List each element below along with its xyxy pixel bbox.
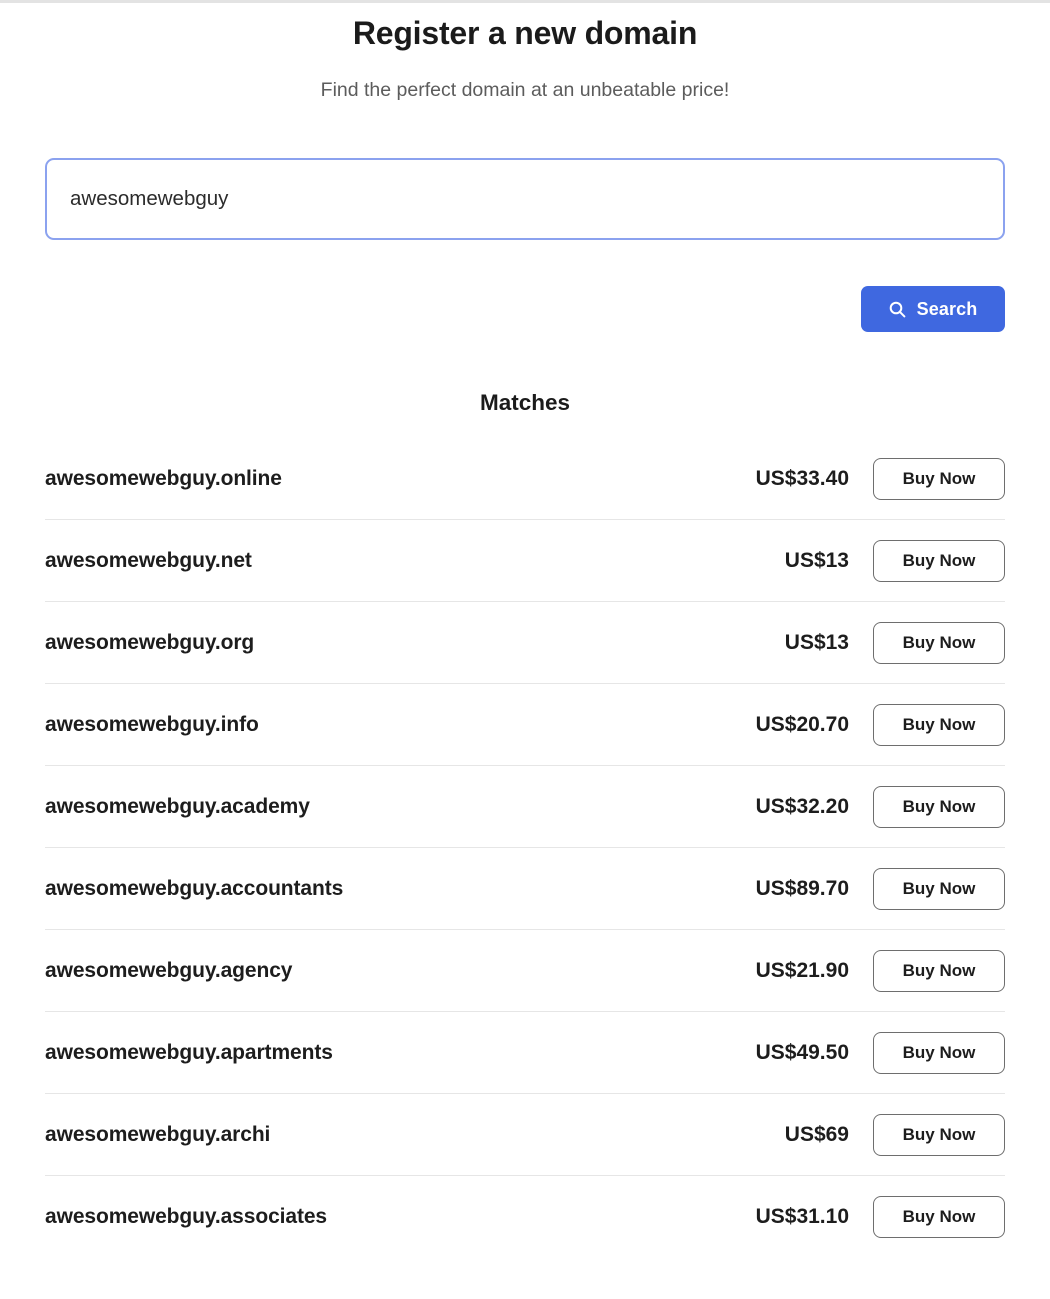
buy-now-button[interactable]: Buy Now bbox=[873, 621, 1005, 664]
page-title: Register a new domain bbox=[352, 15, 698, 51]
buy-now-button[interactable]: Buy Now bbox=[873, 867, 1005, 910]
domain-name: awesomewebguy.apartments bbox=[45, 1040, 333, 1064]
domain-price: US$21.90 bbox=[755, 958, 849, 982]
search-input-wrapper bbox=[45, 158, 1005, 240]
domain-price: US$33.40 bbox=[755, 466, 849, 490]
domain-name: awesomewebguy.info bbox=[45, 712, 259, 736]
table-row: awesomewebguy.net US$13 Buy Now bbox=[45, 520, 1005, 602]
domain-price: US$49.50 bbox=[755, 1040, 849, 1064]
top-divider bbox=[0, 0, 1050, 3]
table-row: awesomewebguy.info US$20.70 Buy Now bbox=[45, 684, 1005, 766]
domain-name: awesomewebguy.accountants bbox=[45, 876, 344, 900]
domain-name: awesomewebguy.archi bbox=[45, 1122, 271, 1146]
domain-price: US$89.70 bbox=[755, 876, 849, 900]
domain-price: US$20.70 bbox=[755, 712, 849, 736]
table-row: awesomewebguy.accountants US$89.70 Buy Now bbox=[45, 848, 1005, 930]
buy-now-button[interactable]: Buy Now bbox=[873, 1031, 1005, 1074]
register-domain-page: Register a new domain Find the perfect d… bbox=[0, 0, 1050, 1299]
domain-price: US$13 bbox=[784, 630, 849, 654]
domain-price: US$69 bbox=[784, 1122, 849, 1146]
search-button[interactable]: Search bbox=[861, 286, 1005, 332]
buy-now-button[interactable]: Buy Now bbox=[873, 785, 1005, 828]
search-icon bbox=[889, 301, 906, 318]
domain-name: awesomewebguy.agency bbox=[45, 958, 293, 982]
table-row: awesomewebguy.online US$33.40 Buy Now bbox=[45, 438, 1005, 520]
buy-now-button[interactable]: Buy Now bbox=[873, 539, 1005, 582]
search-button-row: Search bbox=[45, 286, 1005, 332]
domain-results-list: awesomewebguy.online US$33.40 Buy Now aweso… bbox=[45, 438, 1005, 1258]
table-row: awesomewebguy.associates US$31.10 Buy Now bbox=[45, 1176, 1005, 1258]
table-row: awesomewebguy.academy US$32.20 Buy Now bbox=[45, 766, 1005, 848]
domain-name: awesomewebguy.associates bbox=[45, 1205, 328, 1228]
domain-name: awesomewebguy.academy bbox=[45, 794, 310, 818]
domain-name: awesomewebguy.org bbox=[45, 630, 255, 654]
domain-price: US$32.20 bbox=[755, 794, 849, 818]
matches-heading: Matches bbox=[479, 390, 571, 415]
search-form: Search bbox=[45, 158, 1005, 332]
table-row: awesomewebguy.apartments US$49.50 Buy Now bbox=[45, 1012, 1005, 1094]
buy-now-button[interactable]: Buy Now bbox=[873, 1196, 1005, 1238]
page-subtitle: Find the perfect domain at an unbeatable… bbox=[320, 79, 730, 101]
buy-now-button[interactable]: Buy Now bbox=[873, 457, 1005, 500]
table-row: awesomewebguy.agency US$21.90 Buy Now bbox=[45, 930, 1005, 1012]
domain-name: awesomewebguy.online bbox=[45, 466, 282, 490]
domain-price: US$31.10 bbox=[755, 1205, 849, 1228]
domain-price: US$13 bbox=[784, 548, 849, 572]
buy-now-button[interactable]: Buy Now bbox=[873, 1113, 1005, 1156]
buy-now-button[interactable]: Buy Now bbox=[873, 949, 1005, 992]
buy-now-button[interactable]: Buy Now bbox=[873, 703, 1005, 746]
search-button-label: Search bbox=[916, 298, 978, 319]
table-row: awesomewebguy.archi US$69 Buy Now bbox=[45, 1094, 1005, 1176]
table-row: awesomewebguy.org US$13 Buy Now bbox=[45, 602, 1005, 684]
domain-name: awesomewebguy.net bbox=[45, 548, 252, 572]
domain-search-input[interactable] bbox=[45, 158, 1005, 240]
